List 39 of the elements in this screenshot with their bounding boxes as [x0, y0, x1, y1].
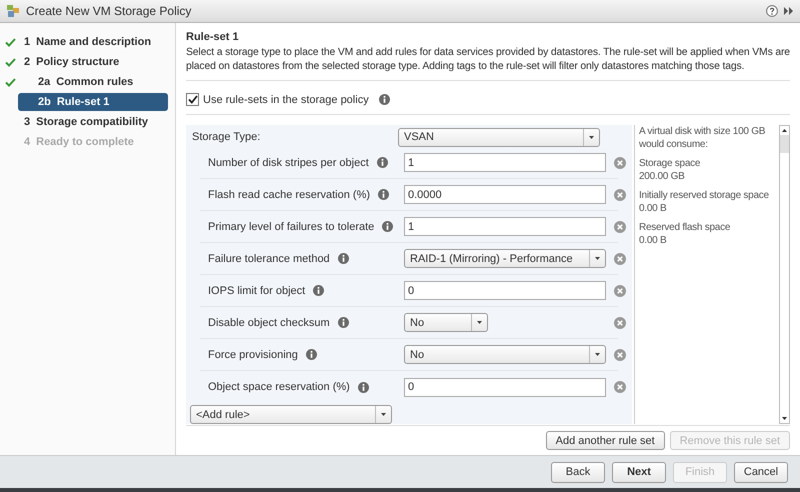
rule-set-button[interactable]: Add another rule set — [546, 431, 665, 450]
info-value: 200.00 GB — [639, 170, 686, 183]
wizard-step[interactable]: 2a Common rules — [18, 73, 168, 91]
rule-label: Primary level of failures to tolerate — [208, 220, 374, 232]
wizard-step[interactable]: 2b Rule-set 1 — [18, 93, 168, 111]
info-label: Reserved flash space — [639, 221, 732, 234]
rule-label: IOPS limit for object — [208, 284, 306, 296]
input-field[interactable]: 0 — [404, 378, 606, 396]
info-value: 0.00 B — [639, 234, 668, 247]
info-label: Initially reserved storage space — [639, 189, 770, 202]
rule-label: Object space reservation (%) — [208, 381, 350, 393]
info-text: A virtual disk with size 100 GB would consume: — [639, 125, 766, 151]
input-field[interactable]: 0 — [404, 281, 606, 300]
input-field[interactable]: 0.0000 — [404, 185, 606, 204]
dropdown[interactable]: <Add rule> — [190, 405, 392, 424]
info-label: Storage space — [639, 157, 702, 170]
rule-label: Failure tolerance method — [208, 252, 330, 264]
window-title: Create New VM Storage Policy — [26, 4, 192, 18]
description: Select a storage type to place the VM and add rules for data services provided by datastores. The rule-set will be applied when VMs are placed on datastores from the selected storage type. Adding tags to the rule-set will filter only datastores matching those tags. — [186, 46, 790, 81]
info-value: 0.00 B — [639, 202, 668, 215]
rule-label: Flash read cache reservation (%) — [208, 188, 370, 200]
dropdown[interactable]: RAID-1 (Mirroring) - Performance — [404, 249, 606, 268]
section-heading: Rule-set 1 — [186, 31, 240, 43]
wizard-step[interactable]: 3 Storage compatibility — [18, 113, 168, 131]
footer-button[interactable]: Back — [551, 462, 605, 482]
checkbox-label: Use rule-sets in the storage policy — [203, 94, 369, 106]
rule-label: Number of disk stripes per object — [208, 156, 369, 168]
wizard-step[interactable]: 2 Policy structure — [18, 53, 168, 71]
dropdown[interactable]: No — [404, 313, 488, 332]
footer-button[interactable]: Next — [612, 462, 666, 482]
input-field[interactable]: 1 — [404, 217, 606, 236]
storage-type-label: Storage Type: — [192, 131, 262, 143]
rule-label: Disable object checksum — [208, 316, 330, 328]
rule-label: Force provisioning — [208, 348, 298, 360]
wizard-step[interactable]: 1 Name and description — [18, 33, 168, 51]
footer-button[interactable]: Cancel — [734, 462, 788, 482]
dropdown[interactable]: VSAN — [398, 128, 600, 146]
dropdown[interactable]: No — [404, 345, 606, 364]
input-field[interactable]: 1 — [404, 153, 606, 172]
